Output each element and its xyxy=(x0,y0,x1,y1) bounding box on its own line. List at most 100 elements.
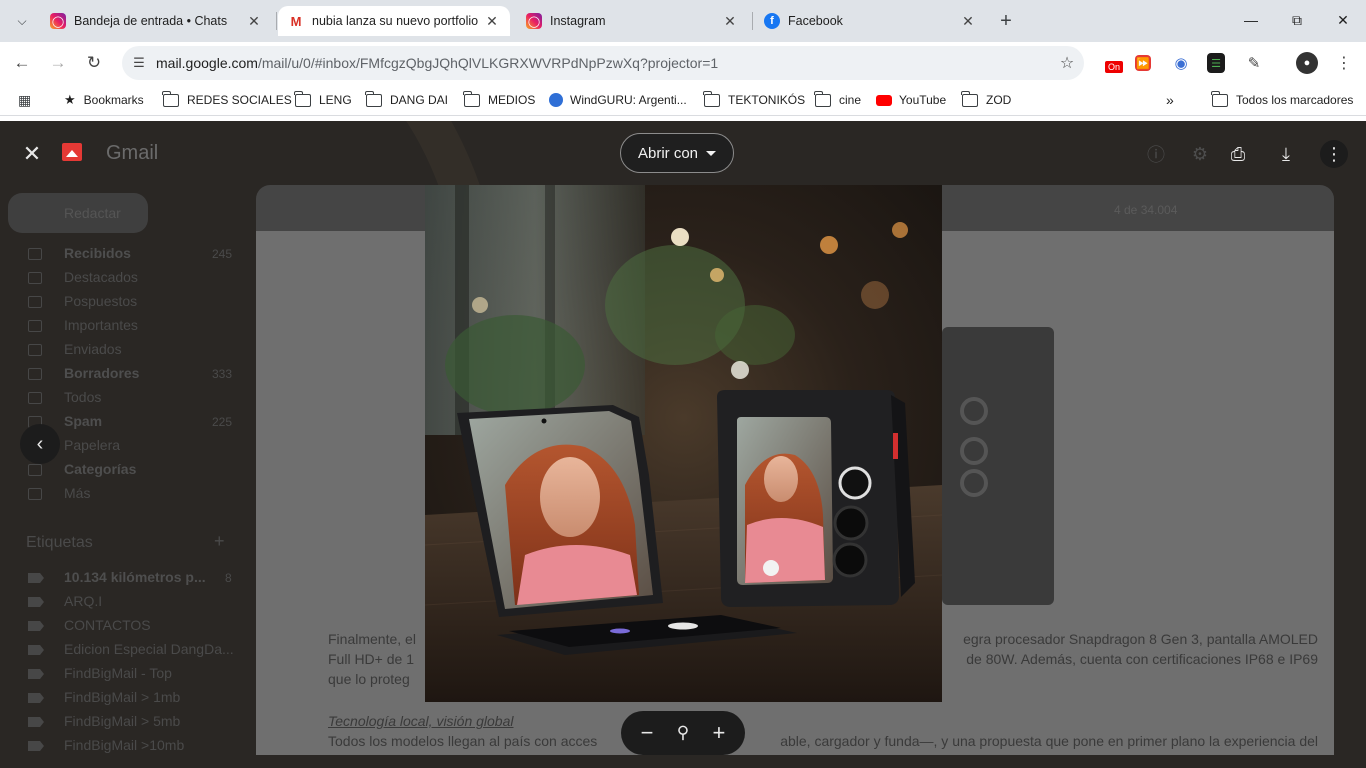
bookmark-label: Bookmarks xyxy=(83,93,144,107)
more-options-button[interactable]: ⋮ xyxy=(1320,140,1348,168)
url-path: /mail/u/0/#inbox/FMfcgzQbgJQhQlVLKGRXWVR… xyxy=(257,55,719,71)
nav-item-label: Borradores xyxy=(64,365,140,381)
close-icon: ✕ xyxy=(1337,11,1349,28)
bookmark-label: YouTube xyxy=(899,93,947,107)
bookmark-label: cine xyxy=(839,93,862,107)
zoom-in-button[interactable]: + xyxy=(712,720,725,746)
gmail-logo-text: Gmail xyxy=(106,142,159,164)
label-tag-icon xyxy=(28,597,44,607)
equalizer-extension-icon[interactable]: ☰ xyxy=(1207,53,1225,73)
body-text: Full HD+ de 1 xyxy=(328,651,414,667)
close-tab-icon[interactable]: ✕ xyxy=(484,13,500,30)
bookmark-all-bookmarks[interactable]: Todos los marcadores xyxy=(1211,90,1353,110)
nav-item-label: Pospuestos xyxy=(64,293,138,309)
browser-menu-icon[interactable]: ⋮ xyxy=(1333,52,1355,74)
arrow-right-icon: → xyxy=(49,53,67,72)
extension-on-icon[interactable]: On xyxy=(1103,52,1125,74)
open-with-button[interactable]: Abrir con xyxy=(620,133,734,173)
apps-grid-icon[interactable]: ▦ xyxy=(18,90,31,110)
profile-avatar[interactable]: ● xyxy=(1296,52,1318,74)
close-viewer-button[interactable]: ✕ xyxy=(18,140,46,168)
nav-item-count: 333 xyxy=(212,367,233,381)
compose-label: Redactar xyxy=(64,205,121,221)
folder-icon xyxy=(703,90,720,107)
bookmark-redes-sociales[interactable]: REDES SOCIALES xyxy=(162,90,292,110)
label-item: Edicion Especial DangDa... xyxy=(64,641,234,657)
instagram-icon: ◯ xyxy=(526,13,542,29)
print-button[interactable]: ⎙ xyxy=(1224,140,1252,168)
bookmark-label: LENG xyxy=(319,93,352,107)
close-tab-icon[interactable]: ✕ xyxy=(722,13,738,30)
bookmark-cine[interactable]: cine xyxy=(814,90,862,110)
extensions-puzzle-icon[interactable]: ✎ xyxy=(1243,52,1265,74)
tab-search-button[interactable]: ⌵ xyxy=(8,8,36,34)
close-window-button[interactable]: ✕ xyxy=(1320,0,1366,40)
arrow-left-icon: ← xyxy=(13,53,31,72)
bookmark-dang-dai[interactable]: DANG DAI xyxy=(365,90,449,110)
tab-instagram[interactable]: ◯ Instagram ✕ xyxy=(516,6,748,36)
nav-item-label: Enviados xyxy=(64,341,122,357)
minimize-button[interactable]: — xyxy=(1228,0,1274,40)
label-tag-icon xyxy=(28,645,44,655)
bookmark-windguru[interactable]: WindGURU: Argenti... xyxy=(549,90,687,110)
restore-button[interactable]: ⧉ xyxy=(1274,0,1320,40)
bookmark-youtube[interactable]: YouTube xyxy=(876,90,946,110)
bookmark-label: REDES SOCIALES xyxy=(187,93,292,107)
add-label-icon: + xyxy=(214,531,225,551)
nav-item-icon xyxy=(28,488,42,500)
fast-forward-extension-icon[interactable]: ⏩ xyxy=(1135,55,1151,71)
chevron-left-icon: ‹ xyxy=(36,432,44,455)
nav-item-icon xyxy=(28,320,42,332)
body-text: de 80W. Además, cuenta con certificacion… xyxy=(966,651,1318,667)
folder-icon xyxy=(365,90,382,107)
bookmark-medios[interactable]: MEDIOS xyxy=(463,90,535,110)
bookmark-zod[interactable]: ZOD xyxy=(961,90,1011,110)
globe-extension-icon[interactable]: ◉ xyxy=(1170,52,1192,74)
label-tag-icon xyxy=(28,621,44,631)
tab-instagram-chats[interactable]: ◯ Bandeja de entrada • Chats ✕ xyxy=(40,6,272,36)
labels-heading: Etiquetas xyxy=(26,534,93,551)
bookmarks-bar: ▦ ★ Bookmarks REDES SOCIALES LENG DANG DA… xyxy=(0,84,1366,194)
body-text: able, cargador y funda—, y una propuesta… xyxy=(780,733,1318,749)
zoom-magnifier-icon[interactable]: ⚲ xyxy=(677,723,689,743)
forward-button[interactable]: → xyxy=(43,48,73,78)
label-tag-icon xyxy=(28,573,44,583)
open-with-label: Abrir con xyxy=(637,144,699,162)
body-text: Finalmente, el xyxy=(328,631,416,647)
close-tab-icon[interactable]: ✕ xyxy=(246,13,262,30)
star-icon: ★ xyxy=(64,92,76,107)
reload-button[interactable]: ↻ xyxy=(79,48,109,78)
label-item: FindBigMail >10mb xyxy=(64,737,185,753)
folder-icon xyxy=(961,90,978,107)
nav-item-label: Papelera xyxy=(64,437,121,453)
nav-item-label: Importantes xyxy=(64,317,138,333)
back-button[interactable]: ← xyxy=(7,48,37,78)
nav-item-icon xyxy=(28,344,42,356)
close-icon: ✕ xyxy=(22,141,42,166)
tab-gmail-active[interactable]: M nubia lanza su nuevo portfolio ✕ xyxy=(278,6,510,36)
mail-section-heading: Tecnología local, visión global xyxy=(328,713,514,729)
tab-separator xyxy=(276,12,277,30)
download-button[interactable]: ⤓ xyxy=(1272,140,1300,168)
nav-item-icon xyxy=(28,272,42,284)
folder-icon xyxy=(463,90,480,107)
background-lens xyxy=(960,437,988,465)
folder-icon xyxy=(162,90,179,107)
bookmarks-overflow-button[interactable]: » xyxy=(1166,90,1174,110)
bookmark-leng[interactable]: LENG xyxy=(294,90,352,110)
zoom-out-button[interactable]: − xyxy=(641,720,654,746)
bookmark-star-icon[interactable]: ☆ xyxy=(1050,53,1084,73)
close-tab-icon[interactable]: ✕ xyxy=(960,13,976,30)
label-item: 10.134 kilómetros p... xyxy=(64,569,206,585)
tab-title: Facebook xyxy=(788,14,843,28)
bookmark-label: DANG DAI xyxy=(390,93,449,107)
bookmark-bookmarks[interactable]: ★ Bookmarks xyxy=(64,90,144,110)
extension-badge: On xyxy=(1104,61,1123,73)
previous-image-button[interactable]: ‹ xyxy=(20,424,60,464)
tab-facebook[interactable]: f Facebook ✕ xyxy=(754,6,986,36)
address-bar[interactable]: ☰ mail.google.com/mail/u/0/#inbox/FMfcgz… xyxy=(122,46,1084,80)
new-tab-button[interactable]: + xyxy=(992,8,1020,34)
download-icon: ⤓ xyxy=(1282,143,1290,164)
bookmark-tektonikos[interactable]: TEKTONIKÓS xyxy=(703,90,805,110)
site-settings-icon[interactable]: ☰ xyxy=(122,55,156,71)
